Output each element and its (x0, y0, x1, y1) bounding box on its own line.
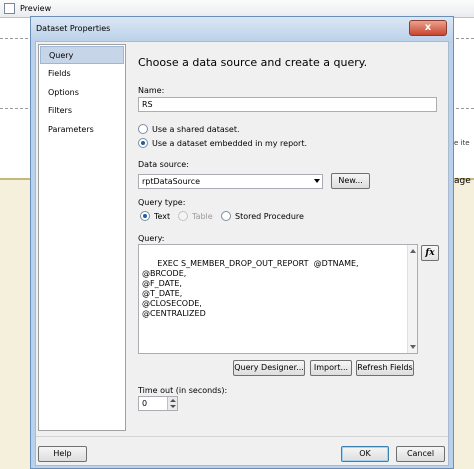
nav-item-label: Fields (48, 69, 71, 78)
nav-item-options[interactable]: Options (40, 84, 124, 102)
query-type-stored-procedure-radio[interactable] (221, 211, 231, 221)
refresh-fields-button[interactable]: Refresh Fields (356, 360, 414, 376)
query-designer-button[interactable]: Query Designer... (233, 360, 305, 376)
expression-button[interactable]: fx (421, 245, 439, 261)
nav-item-label: Options (48, 88, 79, 97)
close-icon: x (424, 22, 432, 33)
ok-button[interactable]: OK (341, 446, 389, 462)
embedded-dataset-label: Use a dataset embedded in my report. (152, 139, 308, 148)
footer-divider (36, 436, 448, 437)
cancel-button[interactable]: Cancel (396, 446, 445, 462)
preview-icon[interactable] (4, 3, 15, 14)
chevron-down-icon (314, 179, 320, 183)
name-label: Name: (138, 86, 165, 95)
background-text: e ite (454, 139, 470, 147)
query-type-stored-procedure-label: Stored Procedure (235, 212, 304, 221)
shared-dataset-radio[interactable] (138, 124, 148, 134)
query-type-table-label: Table (192, 212, 213, 221)
data-source-value: rptDataSource (142, 177, 201, 186)
dialog-titlebar[interactable]: Dataset Properties x (31, 17, 453, 41)
nav-pane: Query Fields Options Filters Parameters (38, 44, 126, 431)
dialog-client-area: Query Fields Options Filters Parameters … (35, 41, 449, 466)
import-button[interactable]: Import... (310, 360, 352, 376)
query-type-text-label: Text (154, 212, 171, 221)
query-type-text-radio[interactable] (140, 211, 150, 221)
embedded-dataset-radio[interactable] (138, 138, 148, 148)
nav-item-fields[interactable]: Fields (40, 65, 124, 83)
spin-down-icon[interactable] (167, 403, 177, 410)
query-type-label: Query type: (138, 198, 186, 207)
data-source-select[interactable]: rptDataSource (138, 174, 323, 189)
name-input[interactable]: RS (138, 97, 437, 112)
query-textarea[interactable]: EXEC S_MEMBER_DROP_OUT_REPORT @DTNAME, @… (138, 244, 418, 354)
timeout-spinner[interactable]: 0 (138, 396, 178, 411)
dialog-title: Dataset Properties (36, 24, 111, 33)
scroll-up-icon[interactable] (410, 249, 416, 253)
shared-dataset-label: Use a shared dataset. (152, 125, 240, 134)
nav-item-label: Parameters (48, 125, 94, 134)
nav-item-filters[interactable]: Filters (40, 102, 124, 120)
timeout-value: 0 (142, 399, 148, 408)
fx-icon: fx (425, 248, 435, 258)
close-button[interactable]: x (409, 20, 447, 36)
help-button[interactable]: Help (38, 446, 87, 462)
background-text: age (454, 176, 471, 186)
query-type-table-radio (178, 211, 188, 221)
timeout-label: Time out (in seconds): (138, 386, 228, 395)
query-scrollbar[interactable] (407, 245, 417, 353)
dataset-properties-dialog: Dataset Properties x Query Fields Option… (30, 16, 454, 469)
nav-item-label: Query (49, 51, 74, 60)
scroll-down-icon[interactable] (410, 345, 416, 349)
query-text: EXEC S_MEMBER_DROP_OUT_REPORT @DTNAME, @… (142, 259, 359, 318)
new-datasource-button[interactable]: New... (331, 173, 370, 189)
nav-item-parameters[interactable]: Parameters (40, 121, 124, 139)
page-heading: Choose a data source and create a query. (138, 56, 368, 69)
query-label: Query: (138, 234, 165, 243)
nav-item-label: Filters (48, 106, 72, 115)
preview-tab[interactable]: Preview (20, 4, 51, 13)
nav-item-query[interactable]: Query (40, 46, 124, 64)
data-source-label: Data source: (138, 160, 189, 169)
